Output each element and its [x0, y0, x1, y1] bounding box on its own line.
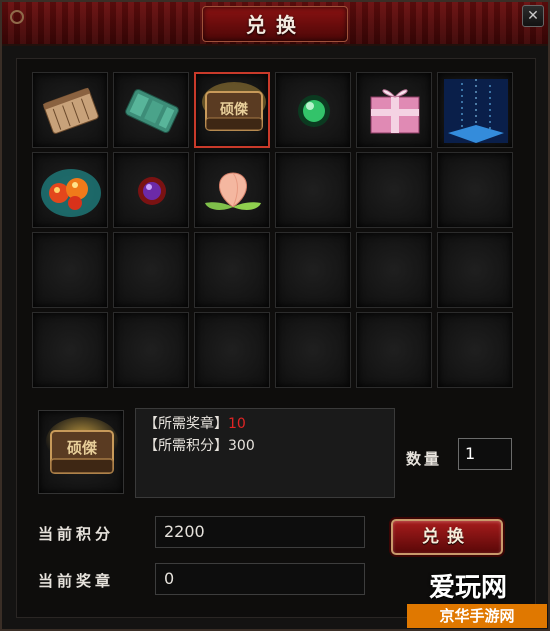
empty-slot[interactable] [356, 232, 432, 308]
item-slot[interactable] [113, 72, 189, 148]
empty-slot[interactable] [275, 152, 351, 228]
empty-slot[interactable] [113, 312, 189, 388]
site-watermark: 爱玩网 京华手游网 [407, 572, 547, 630]
required-medals-label: 【所需奖章】 [144, 416, 228, 432]
corner-ornament-icon [10, 10, 24, 24]
green-pearl-icon [298, 95, 330, 127]
empty-slot[interactable] [437, 152, 513, 228]
required-medals-row: 【所需奖章】10 [144, 413, 386, 435]
item-slot[interactable] [113, 152, 189, 228]
chest-label: 硕傑 [220, 101, 249, 118]
empty-slot[interactable] [194, 312, 270, 388]
watermark-main-text: 爱玩网 [429, 573, 508, 603]
empty-slot[interactable] [32, 232, 108, 308]
close-button[interactable]: ✕ [522, 5, 544, 27]
empty-slot[interactable] [356, 152, 432, 228]
empty-slot[interactable] [275, 232, 351, 308]
window-title: 兑换 [246, 13, 306, 37]
item-grid: 硕傑 [32, 72, 514, 390]
current-medals-field: 0 [155, 563, 365, 595]
requirements-panel: 【所需奖章】10 【所需积分】300 [135, 408, 395, 498]
empty-slot[interactable] [356, 312, 432, 388]
item-slot[interactable] [194, 152, 270, 228]
required-points-label: 【所需积分】 [144, 438, 228, 454]
gift-box-icon [370, 89, 420, 134]
treasure-chest-icon: 硕傑 [202, 82, 266, 131]
watermark-sub-text: 京华手游网 [407, 604, 547, 628]
empty-slot[interactable] [275, 312, 351, 388]
blue-crystal-icon [444, 79, 508, 143]
current-medals-label: 当前奖章 [38, 572, 115, 590]
empty-slot[interactable] [194, 232, 270, 308]
peach-icon [205, 172, 261, 210]
current-points-label: 当前积分 [38, 525, 115, 543]
title-bar: 兑换 ✕ [2, 2, 548, 46]
current-points-field: 2200 [155, 516, 365, 548]
empty-slot[interactable] [437, 312, 513, 388]
fire-orbs-icon [41, 169, 101, 217]
item-slot[interactable] [437, 72, 513, 148]
purple-orb-icon [138, 177, 166, 205]
chest-label: 硕傑 [67, 439, 97, 457]
jade-fragments-icon [125, 88, 179, 134]
item-slot[interactable]: 硕傑 [194, 72, 270, 148]
item-slot[interactable] [32, 152, 108, 228]
required-points-row: 【所需积分】300 [144, 435, 386, 457]
exchange-button[interactable]: 兑换 [391, 519, 503, 555]
treasure-chest-icon: 硕傑 [46, 417, 118, 474]
scroll-bundle-icon [42, 87, 99, 134]
empty-slot[interactable] [437, 232, 513, 308]
item-slot[interactable] [356, 72, 432, 148]
item-slot[interactable] [275, 72, 351, 148]
quantity-label: 数量 [406, 450, 443, 468]
item-slot[interactable] [32, 72, 108, 148]
required-points-value: 300 [228, 438, 255, 454]
title-emblem: 兑换 [202, 6, 348, 42]
quantity-input[interactable]: 1 [458, 438, 512, 470]
required-medals-value: 10 [228, 416, 246, 432]
empty-slot[interactable] [32, 312, 108, 388]
empty-slot[interactable] [113, 232, 189, 308]
exchange-window: 兑换 ✕ 硕傑 硕傑 【所需奖章】10 【所需积分】300 数量 1 当前积分 … [0, 0, 550, 631]
selected-item-preview: 硕傑 [38, 410, 124, 494]
